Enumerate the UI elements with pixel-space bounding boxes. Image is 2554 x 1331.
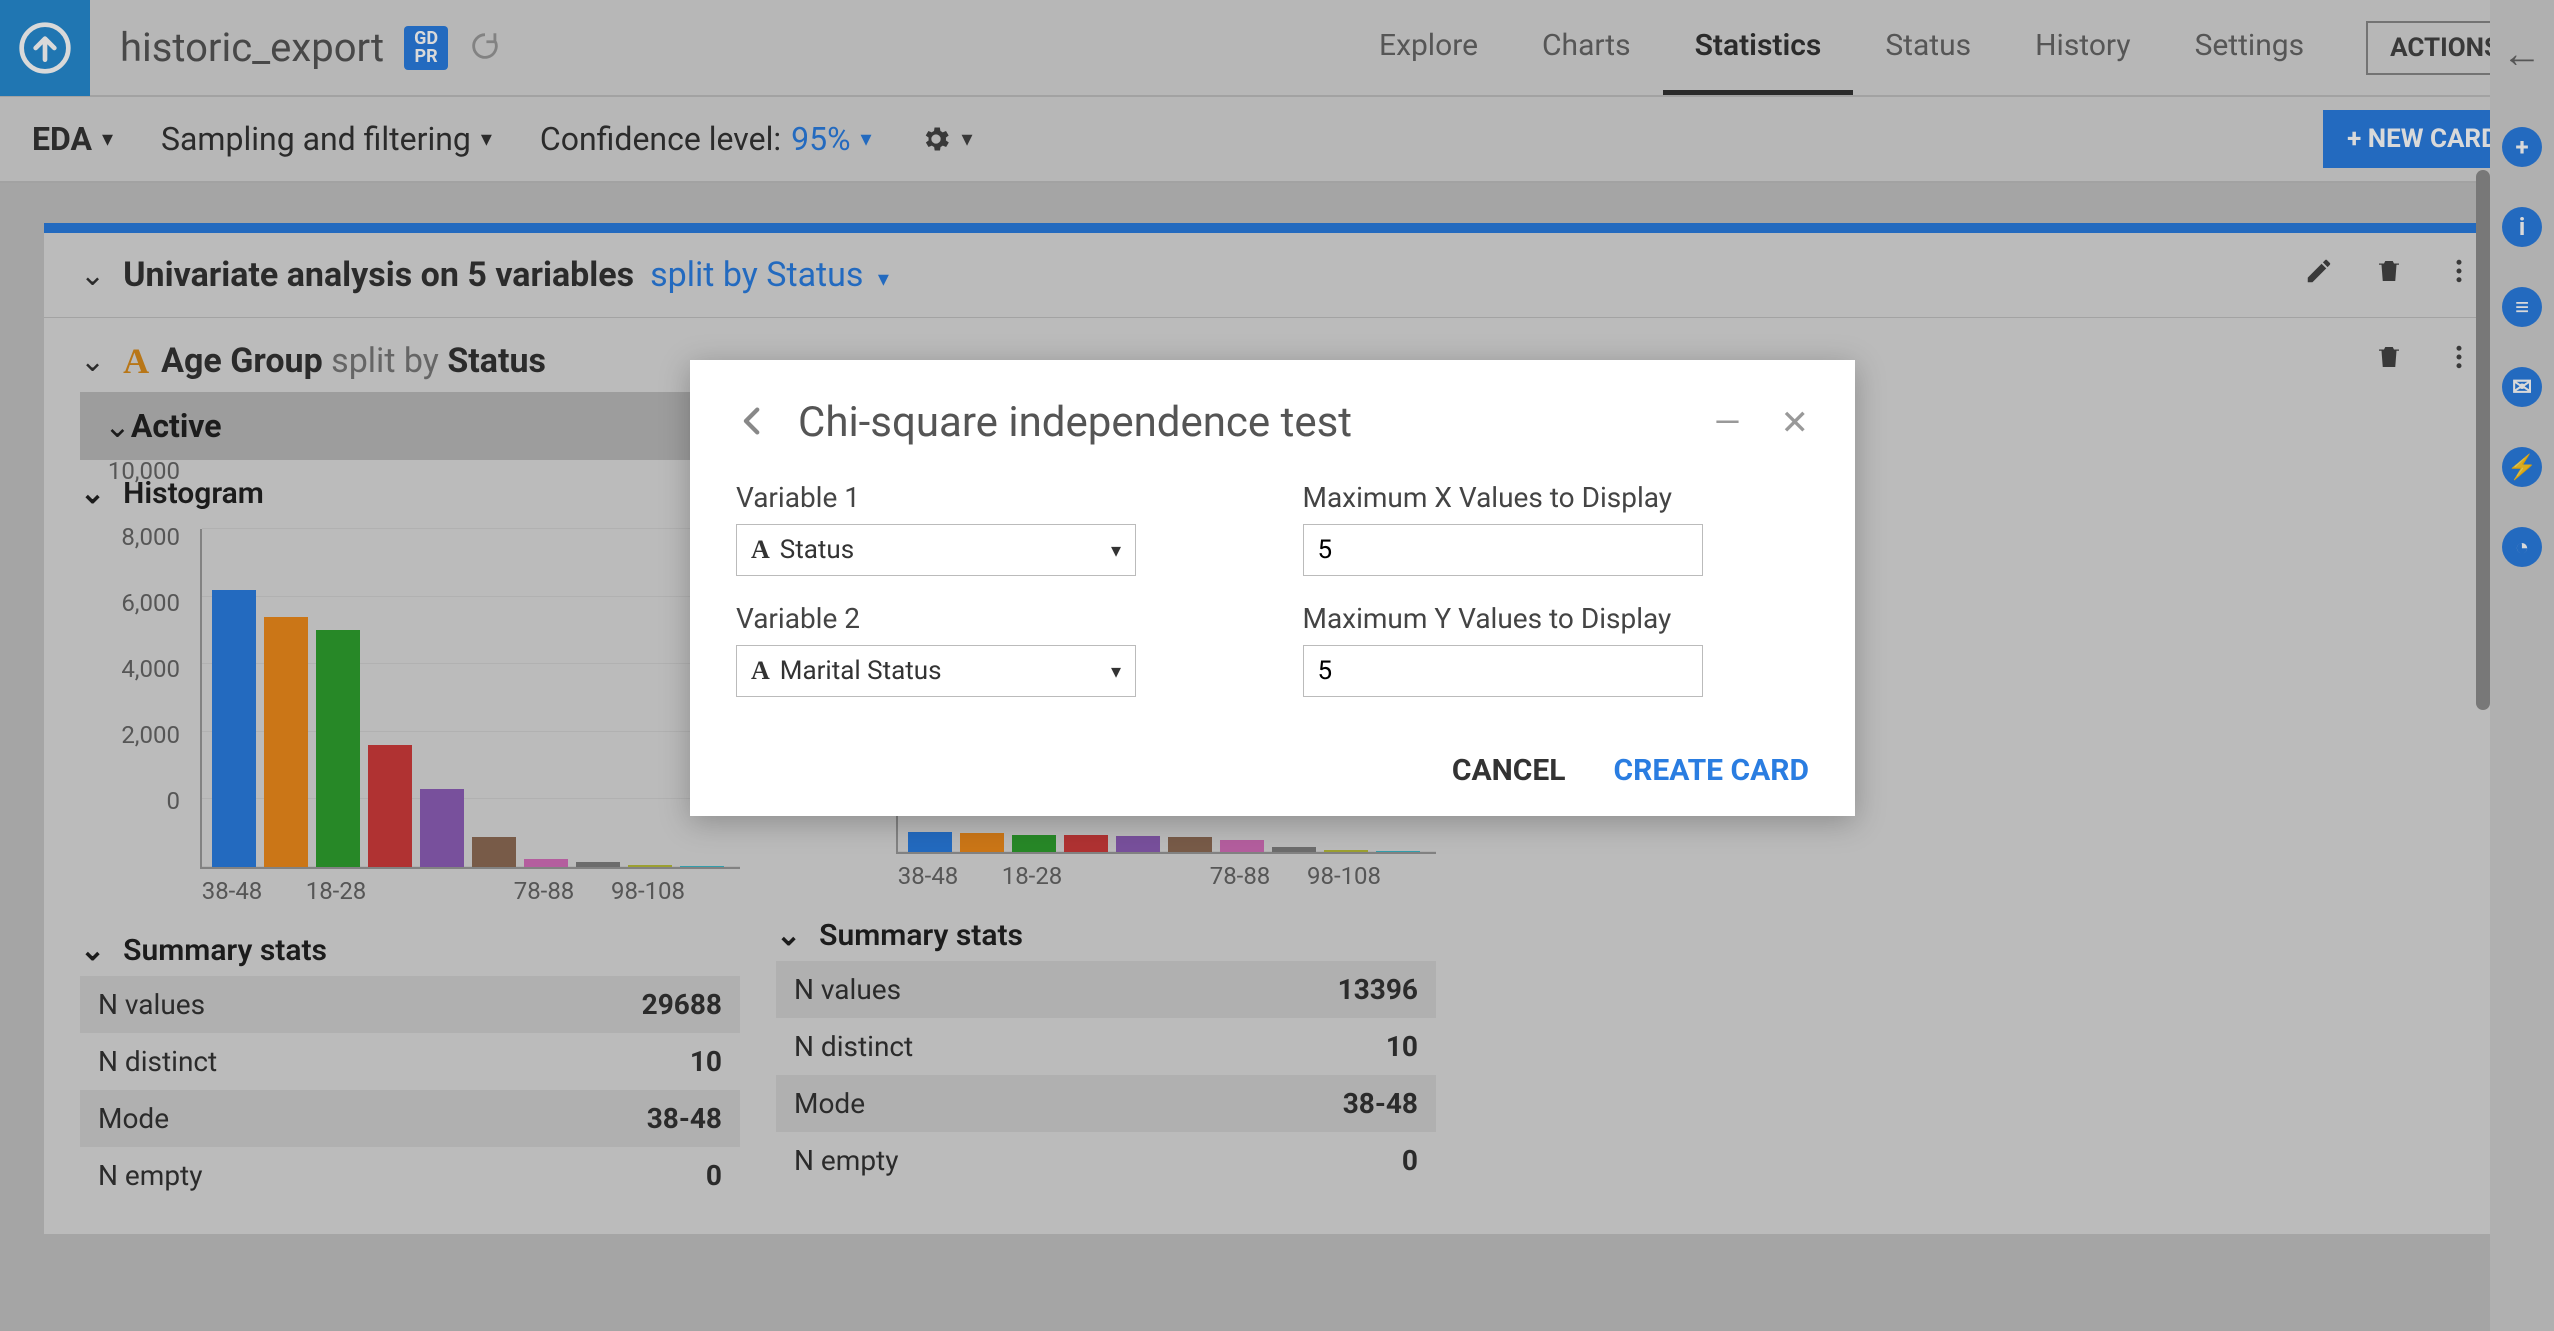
chevron-down-icon: ▾ bbox=[1111, 538, 1121, 562]
close-icon[interactable]: ✕ bbox=[1781, 403, 1810, 443]
modal-body: Variable 1 A Status ▾ Variable 2 A Marit… bbox=[736, 481, 1809, 723]
minimize-icon[interactable]: — bbox=[1714, 403, 1741, 443]
chi-square-modal: Chi-square independence test — ✕ Variabl… bbox=[690, 360, 1855, 816]
variable2-label: Variable 2 bbox=[736, 602, 1243, 635]
max-y-input-field[interactable] bbox=[1318, 656, 1688, 686]
variable1-label: Variable 1 bbox=[736, 481, 1243, 514]
modal-header: Chi-square independence test — ✕ bbox=[736, 398, 1809, 447]
create-card-button[interactable]: CREATE CARD bbox=[1614, 753, 1810, 788]
cancel-button[interactable]: CANCEL bbox=[1452, 753, 1566, 788]
back-arrow-icon[interactable] bbox=[736, 404, 770, 442]
chevron-down-icon: ▾ bbox=[1111, 659, 1121, 683]
modal-title: Chi-square independence test bbox=[798, 398, 1352, 447]
app-root: historic_export GDPR Explore Charts Stat… bbox=[0, 0, 2554, 1331]
modal-footer: CANCEL CREATE CARD bbox=[736, 753, 1809, 788]
variable2-select[interactable]: A Marital Status ▾ bbox=[736, 645, 1136, 697]
max-x-input-field[interactable] bbox=[1318, 535, 1688, 565]
variable1-value: Status bbox=[780, 535, 854, 565]
text-type-icon: A bbox=[751, 656, 770, 686]
max-x-input[interactable] bbox=[1303, 524, 1703, 576]
variable1-select[interactable]: A Status ▾ bbox=[736, 524, 1136, 576]
max-x-label: Maximum X Values to Display bbox=[1303, 481, 1810, 514]
max-y-label: Maximum Y Values to Display bbox=[1303, 602, 1810, 635]
max-y-input[interactable] bbox=[1303, 645, 1703, 697]
text-type-icon: A bbox=[751, 535, 770, 565]
variable2-value: Marital Status bbox=[780, 656, 942, 686]
